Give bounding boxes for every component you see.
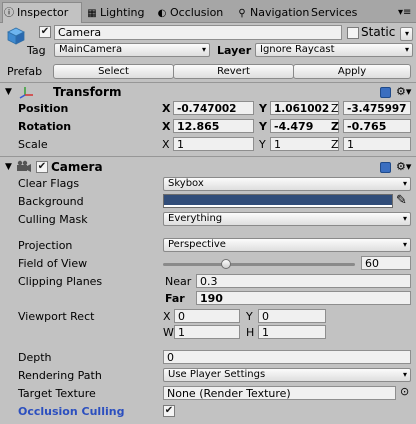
scale-z-field[interactable]: 1 — [343, 137, 411, 151]
depth-label: Depth — [18, 351, 52, 364]
axis-z-label[interactable]: Z — [331, 102, 339, 116]
fov-slider-track[interactable] — [163, 263, 355, 266]
axis-x-label[interactable]: X — [162, 120, 170, 134]
help-book-icon[interactable] — [380, 162, 391, 173]
projection-label: Projection — [18, 239, 73, 252]
foldout-arrow-icon[interactable]: ▼ — [5, 87, 12, 97]
position-y-field[interactable]: 1.061002 — [270, 101, 339, 115]
rotation-x-field[interactable]: 12.865 — [173, 119, 254, 133]
gameobject-cube-icon — [6, 26, 26, 46]
rendering-path-dropdown[interactable]: Use Player Settings ▾ — [163, 368, 411, 382]
far-label: Far — [165, 292, 185, 305]
tab-inspector[interactable]: ⓘ Inspector — [2, 2, 82, 23]
viewport-x-label[interactable]: X — [163, 310, 171, 324]
axis-y-label[interactable]: Y — [259, 102, 267, 116]
tab-menu-icon[interactable]: ▾≡ — [398, 3, 411, 22]
info-icon: ⓘ — [4, 8, 14, 19]
camera-title: Camera — [51, 160, 103, 174]
position-z-field[interactable]: -3.475997 — [343, 101, 411, 115]
axis-z-label[interactable]: Z — [331, 120, 339, 134]
position-label: Position — [18, 102, 69, 115]
gear-icon[interactable]: ⚙▾ — [396, 86, 411, 98]
clear-flags-label: Clear Flags — [18, 177, 80, 190]
axis-y-label[interactable]: Y — [259, 120, 267, 134]
static-checkbox[interactable] — [347, 27, 359, 39]
near-label: Near — [165, 275, 192, 288]
rotation-z-field[interactable]: -0.765 — [343, 119, 411, 133]
near-field[interactable]: 0.3 — [196, 274, 411, 288]
axis-x-label[interactable]: X — [162, 138, 170, 152]
active-checkbox[interactable]: ✔ — [39, 26, 51, 38]
viewport-h-field[interactable]: 1 — [258, 325, 326, 339]
viewport-h-label[interactable]: H — [246, 326, 254, 340]
viewport-y-field[interactable]: 0 — [258, 309, 326, 323]
static-dropdown[interactable]: ▾ — [400, 27, 413, 41]
prefab-apply-button[interactable]: Apply — [293, 64, 411, 79]
tab-navigation[interactable]: ⚲ Navigation — [236, 3, 309, 22]
background-label: Background — [18, 195, 84, 208]
fov-slider-thumb[interactable] — [221, 259, 232, 269]
axis-x-label[interactable]: X — [162, 102, 170, 116]
static-label: Static — [361, 25, 396, 39]
tab-services[interactable]: Services — [311, 3, 357, 22]
tag-label: Tag — [27, 44, 46, 57]
tag-dropdown[interactable]: MainCamera ▾ — [54, 43, 210, 57]
background-color-field[interactable] — [163, 194, 393, 208]
axis-z-label[interactable]: Z — [331, 138, 339, 152]
fov-value-field[interactable]: 60 — [361, 256, 411, 270]
alpha-bar — [164, 205, 392, 207]
field-of-view-label: Field of View — [18, 257, 88, 270]
prefab-label: Prefab — [7, 65, 43, 78]
target-texture-field[interactable]: None (Render Texture) — [163, 386, 396, 400]
occlusion-culling-label: Occlusion Culling — [18, 405, 125, 418]
position-x-field[interactable]: -0.747002 — [173, 101, 254, 115]
far-field[interactable]: 190 — [196, 291, 411, 305]
occlusion-culling-checkbox[interactable]: ✔ — [163, 405, 175, 417]
tab-occlusion[interactable]: ◐ Occlusion — [156, 3, 224, 22]
scale-y-field[interactable]: 1 — [270, 137, 339, 151]
help-book-icon[interactable] — [380, 87, 391, 98]
circle-icon: ◐ — [157, 8, 167, 19]
axis-y-label[interactable]: Y — [259, 138, 266, 152]
viewport-y-label[interactable]: Y — [246, 310, 253, 324]
transform-axes-icon — [19, 85, 35, 99]
scale-x-field[interactable]: 1 — [173, 137, 254, 151]
target-texture-label: Target Texture — [18, 387, 96, 400]
eyedropper-icon[interactable]: ✎ — [396, 193, 407, 208]
layer-label: Layer — [217, 44, 252, 57]
separator — [0, 156, 416, 157]
foldout-arrow-icon[interactable]: ▼ — [5, 162, 12, 172]
viewport-rect-label: Viewport Rect — [18, 310, 95, 323]
object-picker-icon[interactable]: ⊙ — [400, 385, 409, 398]
grid-icon: ▦ — [87, 8, 97, 19]
tab-bar: ⓘ Inspector ▦ Lighting ◐ Occlusion ⚲ Navigat… — [0, 0, 416, 23]
tab-lighting[interactable]: ▦ Lighting — [86, 3, 144, 22]
viewport-w-label[interactable]: W — [163, 326, 174, 340]
culling-mask-label: Culling Mask — [18, 213, 88, 226]
layer-dropdown[interactable]: Ignore Raycast ▾ — [255, 43, 413, 57]
rotation-label: Rotation — [18, 120, 72, 133]
viewport-w-field[interactable]: 1 — [174, 325, 240, 339]
prefab-revert-button[interactable]: Revert — [173, 64, 294, 79]
object-name-input[interactable]: Camera — [54, 25, 342, 40]
transform-header[interactable]: ▼ Transform ⚙▾ — [0, 84, 416, 101]
camera-icon — [16, 160, 32, 173]
navigation-icon: ⚲ — [238, 8, 246, 19]
separator — [0, 82, 416, 83]
camera-enabled-checkbox[interactable]: ✔ — [36, 161, 48, 173]
camera-header[interactable]: ▼ ✔ Camera ⚙▾ — [0, 158, 416, 175]
clipping-planes-label: Clipping Planes — [18, 275, 103, 288]
culling-mask-dropdown[interactable]: Everything ▾ — [163, 212, 411, 226]
scale-label: Scale — [18, 138, 48, 151]
rendering-path-label: Rendering Path — [18, 369, 102, 382]
gear-icon[interactable]: ⚙▾ — [396, 161, 411, 173]
transform-title: Transform — [53, 85, 122, 99]
rotation-y-field[interactable]: -4.479 — [270, 119, 339, 133]
prefab-select-button[interactable]: Select — [53, 64, 174, 79]
clear-flags-dropdown[interactable]: Skybox ▾ — [163, 177, 411, 191]
viewport-x-field[interactable]: 0 — [174, 309, 240, 323]
depth-field[interactable]: 0 — [163, 350, 411, 364]
projection-dropdown[interactable]: Perspective ▾ — [163, 238, 411, 252]
